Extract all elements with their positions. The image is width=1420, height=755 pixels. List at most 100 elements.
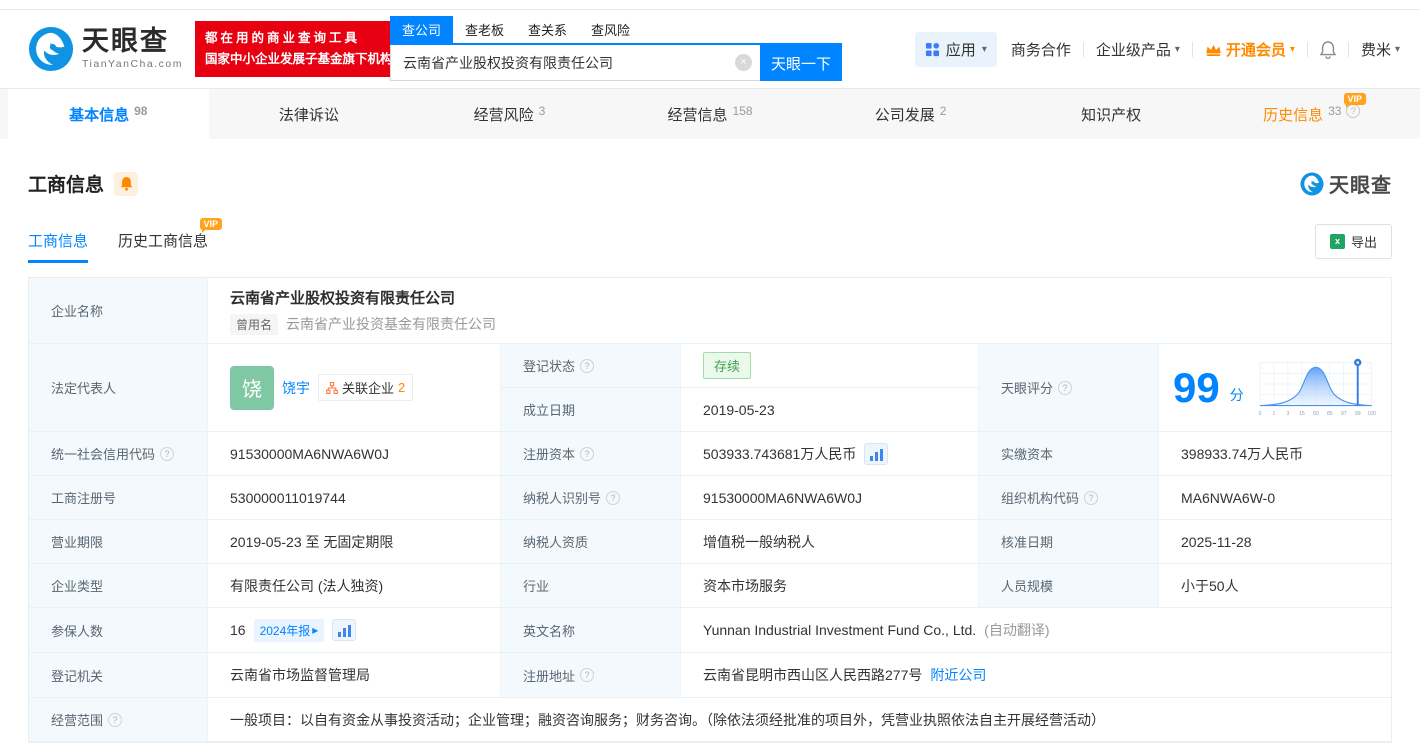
field-label: 登记状态 ? [501, 344, 681, 388]
promo-banner: 都在用的商业查询工具 国家中小企业发展子基金旗下机构 [195, 21, 403, 76]
former-name-badge: 曾用名 [230, 314, 278, 335]
label-text: 英文名称 [523, 621, 575, 640]
subtab-label: 历史工商信息 [118, 233, 208, 250]
related-companies-badge[interactable]: 关联企业 2 [318, 374, 413, 401]
avatar[interactable]: 饶 [230, 366, 274, 410]
label-text: 参保人数 [51, 621, 103, 640]
tab-legal-proceedings[interactable]: 法律诉讼 [209, 89, 410, 139]
capital-trend-icon[interactable] [864, 443, 888, 465]
field-label: 经营范围 ? [29, 698, 208, 742]
chevron-down-icon: ▾ [982, 44, 987, 55]
label-text: 成立日期 [523, 400, 575, 419]
label-text: 工商注册号 [51, 488, 116, 507]
tab-operating-risk[interactable]: 经营风险 3 [409, 89, 610, 139]
tab-company-development[interactable]: 公司发展 2 [810, 89, 1011, 139]
help-icon[interactable]: ? [1058, 381, 1072, 395]
divider [1348, 42, 1349, 57]
tab-label: 公司发展 [875, 104, 935, 125]
nav-business-cooperation[interactable]: 商务合作 [1011, 39, 1071, 60]
svg-text:3: 3 [1286, 411, 1289, 417]
nav-enterprise-products[interactable]: 企业级产品 ▾ [1096, 39, 1180, 60]
label-text: 人员规模 [1001, 576, 1053, 595]
tianyancha-logo[interactable]: 天眼查 TianYanCha.com [28, 26, 183, 72]
brand-name: 天眼查 [82, 28, 183, 55]
help-icon[interactable]: ? [580, 359, 594, 373]
help-icon[interactable]: ? [606, 491, 620, 505]
section-header: 工商信息 天眼查 [28, 169, 1392, 198]
notification-bell[interactable] [1320, 41, 1336, 59]
label-text: 企业名称 [51, 301, 103, 320]
svg-text:100: 100 [1367, 411, 1376, 417]
logo-swirl-icon [1300, 172, 1324, 196]
search-button[interactable]: 天眼一下 [760, 45, 842, 81]
field-label: 登记机关 [29, 653, 208, 698]
field-label: 企业名称 [29, 278, 208, 344]
field-label: 行业 [501, 564, 681, 608]
open-vip-label: 开通会员 [1226, 39, 1286, 60]
score-distribution-chart[interactable]: 0 1 3 15 50 85 97 99 100 [1256, 348, 1377, 428]
value-text: Yunnan Industrial Investment Fund Co., L… [703, 622, 976, 638]
annual-report-badge[interactable]: 2024年报 ▸ [254, 619, 325, 642]
insured-trend-icon[interactable] [332, 619, 356, 641]
apps-label: 应用 [946, 39, 976, 60]
label-text: 纳税人识别号 [523, 488, 601, 507]
export-button[interactable]: x 导出 [1315, 224, 1392, 259]
value-text: 一般项目：以自有资金从事投资活动；企业管理；融资咨询服务；财务咨询。（除依法须经… [230, 710, 1105, 730]
search-input[interactable] [391, 45, 760, 80]
tab-label: 法律诉讼 [279, 104, 339, 125]
label-text: 行业 [523, 576, 549, 595]
field-label: 参保人数 [29, 608, 208, 653]
related-count: 2 [398, 380, 405, 395]
company-type-cell: 有限责任公司 (法人独资) [208, 564, 501, 608]
tab-intellectual-property[interactable]: 知识产权 [1011, 89, 1212, 139]
help-icon[interactable]: ? [580, 668, 594, 682]
field-label: 法定代表人 [29, 344, 208, 432]
value-text: 91530000MA6NWA6W0J [230, 446, 389, 462]
divider [1083, 42, 1084, 57]
label-text: 统一社会信用代码 [51, 444, 155, 463]
sub-tab-row: 工商信息 VIP 历史工商信息 x 导出 [28, 224, 1392, 263]
tab-operating-info[interactable]: 经营信息 158 [610, 89, 811, 139]
apps-menu[interactable]: 应用 ▾ [915, 32, 997, 67]
banner-line1: 都在用的商业查询工具 [205, 28, 393, 49]
status-badge: 存续 [703, 352, 751, 379]
subscribe-bell-button[interactable] [114, 172, 138, 196]
help-icon[interactable]: ? [580, 447, 594, 461]
search-tab-risk[interactable]: 查风险 [579, 16, 642, 43]
field-label: 纳税人识别号 ? [501, 476, 681, 520]
value-text: 398933.74万人民币 [1181, 444, 1303, 464]
nav-open-vip[interactable]: 开通会员 ▾ [1205, 39, 1295, 60]
tab-label: 基本信息 [69, 104, 129, 125]
clear-search-icon[interactable]: × [735, 54, 752, 71]
tab-basic-info[interactable]: 基本信息 98 [8, 89, 209, 139]
subtab-business-info[interactable]: 工商信息 [28, 230, 88, 263]
svg-text:97: 97 [1341, 411, 1347, 417]
search-tab-relation[interactable]: 查关系 [516, 16, 579, 43]
field-label: 纳税人资质 [501, 520, 681, 564]
subtab-history-business-info[interactable]: VIP 历史工商信息 [118, 230, 208, 263]
field-label: 英文名称 [501, 608, 681, 653]
credit-code-cell: 91530000MA6NWA6W0J [208, 432, 501, 476]
header-nav: 应用 ▾ 商务合作 企业级产品 ▾ 开通会员 ▾ [915, 32, 1400, 67]
help-icon[interactable]: ? [108, 713, 122, 727]
svg-text:85: 85 [1327, 411, 1333, 417]
business-scope-cell: 一般项目：以自有资金从事投资活动；企业管理；融资咨询服务；财务咨询。（除依法须经… [208, 698, 1391, 742]
tab-count: 2 [940, 104, 947, 118]
user-menu[interactable]: 费米 ▾ [1361, 39, 1400, 60]
search-tab-boss[interactable]: 查老板 [453, 16, 516, 43]
legal-rep-link[interactable]: 饶宇 [282, 378, 310, 398]
export-label: 导出 [1351, 232, 1377, 251]
value-text: 资本市场服务 [703, 576, 787, 596]
tab-history-info[interactable]: VIP 历史信息 33 ? [1211, 89, 1412, 139]
search-tab-company[interactable]: 查公司 [390, 16, 453, 43]
brand-domain: TianYanCha.com [82, 59, 183, 70]
nearby-companies-link[interactable]: 附近公司 [930, 665, 986, 685]
legal-rep-cell: 饶 饶宇 关联企业 2 [208, 344, 501, 432]
label-text: 注册资本 [523, 444, 575, 463]
help-icon[interactable]: ? [160, 447, 174, 461]
tab-label: 经营风险 [474, 104, 534, 125]
enterprise-products-label: 企业级产品 [1096, 39, 1171, 60]
field-label: 天眼评分 ? [979, 344, 1159, 432]
field-label: 工商注册号 [29, 476, 208, 520]
help-icon[interactable]: ? [1084, 491, 1098, 505]
